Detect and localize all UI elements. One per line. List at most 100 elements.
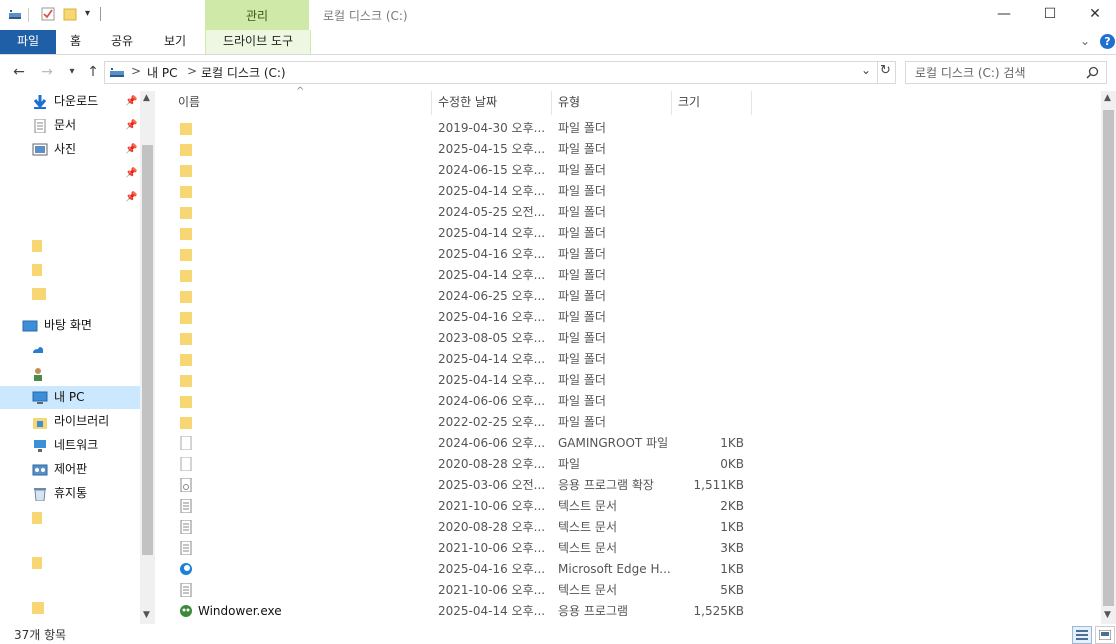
file-size[interactable] <box>672 370 744 391</box>
tab-share[interactable]: 공유 <box>111 30 133 54</box>
file-modified-date[interactable]: 2025-04-16 오후... <box>438 307 545 328</box>
file-size[interactable]: 1,525KB <box>672 601 744 622</box>
search-icon[interactable] <box>1086 66 1099 79</box>
tab-file[interactable]: 파일 <box>0 30 56 54</box>
file-size[interactable] <box>672 391 744 412</box>
recent-locations-icon[interactable]: ▾ <box>63 63 81 81</box>
file-type[interactable]: 응용 프로그램 <box>558 601 628 622</box>
search-box[interactable]: 로컬 디스크 (C:) 검색 <box>905 61 1107 84</box>
tab-drive-tools[interactable]: 드라이브 도구 <box>205 30 311 54</box>
nav-item-this-pc[interactable]: 내 PC <box>32 386 84 408</box>
nav-item-downloads[interactable]: 다운로드 <box>32 90 98 112</box>
file-type[interactable]: 파일 폴더 <box>558 265 606 286</box>
file-type[interactable]: 파일 폴더 <box>558 286 606 307</box>
file-size[interactable]: 2KB <box>672 496 744 517</box>
nav-item-libraries[interactable]: 라이브러리 <box>32 410 109 432</box>
scroll-down-icon[interactable]: ▼ <box>1104 610 1111 620</box>
context-tab-manage[interactable]: 관리 <box>205 0 309 30</box>
file-modified-date[interactable]: 2021-10-06 오후... <box>438 496 545 517</box>
pin-icon[interactable]: 📌 <box>125 144 137 155</box>
search-input[interactable]: 로컬 디스크 (C:) 검색 <box>915 64 1026 81</box>
file-modified-date[interactable]: 2021-10-06 오후... <box>438 538 545 559</box>
file-type[interactable]: 텍스트 문서 <box>558 580 617 601</box>
tab-view[interactable]: 보기 <box>164 30 186 54</box>
scroll-up-icon[interactable]: ▲ <box>143 93 150 103</box>
pin-icon[interactable]: 📌 <box>125 168 137 179</box>
column-header-modified[interactable]: 수정한 날짜 <box>438 91 497 115</box>
file-modified-date[interactable]: 2020-08-28 오후... <box>438 517 545 538</box>
minimize-button[interactable]: — <box>981 0 1027 30</box>
file-modified-date[interactable]: 2025-04-14 오후... <box>438 370 545 391</box>
file-type[interactable]: GAMINGROOT 파일 <box>558 433 668 454</box>
column-header-type[interactable]: 유형 <box>558 91 580 115</box>
pin-icon[interactable]: 📌 <box>125 96 137 107</box>
file-type[interactable]: 파일 폴더 <box>558 223 606 244</box>
file-modified-date[interactable]: 2025-04-14 오후... <box>438 223 545 244</box>
file-type[interactable]: 파일 폴더 <box>558 160 606 181</box>
file-modified-date[interactable]: 2025-04-15 오후... <box>438 139 545 160</box>
nav-item-documents[interactable]: 문서 <box>32 114 76 136</box>
large-icons-view-button[interactable] <box>1095 626 1115 644</box>
column-header-size[interactable]: 크기 <box>678 91 700 115</box>
column-header-name[interactable]: 이름 <box>178 91 200 115</box>
close-button[interactable]: ✕ <box>1072 0 1116 30</box>
file-size[interactable] <box>672 244 744 265</box>
file-size[interactable] <box>672 160 744 181</box>
file-type[interactable]: 응용 프로그램 확장 <box>558 475 654 496</box>
file-size[interactable]: 5KB <box>672 580 744 601</box>
file-size[interactable] <box>672 328 744 349</box>
column-divider[interactable] <box>551 91 552 115</box>
drive-icon[interactable] <box>8 7 22 21</box>
nav-item-desktop[interactable]: 바탕 화면 <box>22 314 92 336</box>
file-type[interactable]: Microsoft Edge H... <box>558 559 671 580</box>
qat-dropdown-icon[interactable]: ▾ <box>85 8 90 19</box>
file-size[interactable]: 3KB <box>672 538 744 559</box>
address-dropdown-icon[interactable]: ⌄ <box>861 63 871 77</box>
file-modified-date[interactable]: 2025-04-16 오후... <box>438 244 545 265</box>
forward-arrow-icon[interactable]: → <box>38 63 56 81</box>
folder-icon[interactable] <box>32 262 42 276</box>
nav-item-pictures[interactable]: 사진 <box>32 138 76 160</box>
folder-icon[interactable] <box>32 238 42 252</box>
pin-icon[interactable]: 📌 <box>125 120 137 131</box>
folder-icon[interactable] <box>32 510 42 524</box>
refresh-icon[interactable]: ↻ <box>880 63 891 78</box>
folder-icon[interactable] <box>32 286 46 300</box>
file-size[interactable] <box>672 286 744 307</box>
file-type[interactable]: 파일 폴더 <box>558 139 606 160</box>
up-arrow-icon[interactable]: ↑ <box>84 63 102 81</box>
file-modified-date[interactable]: 2025-04-14 오후... <box>438 181 545 202</box>
tab-home[interactable]: 홈 <box>70 30 81 54</box>
file-modified-date[interactable]: 2025-03-06 오전... <box>438 475 545 496</box>
column-divider[interactable] <box>751 91 752 115</box>
file-type[interactable]: 파일 폴더 <box>558 202 606 223</box>
file-type[interactable]: 파일 폴더 <box>558 181 606 202</box>
folder-icon[interactable] <box>32 555 42 569</box>
file-size[interactable]: 1,511KB <box>672 475 744 496</box>
pin-icon[interactable]: 📌 <box>125 192 137 203</box>
file-type[interactable]: 텍스트 문서 <box>558 517 617 538</box>
file-size[interactable]: 1KB <box>672 559 744 580</box>
address-bar[interactable]: > 내 PC > 로컬 디스크 (C:) ⌄ ↻ <box>104 61 896 84</box>
new-folder-icon[interactable] <box>63 7 77 21</box>
file-type[interactable]: 파일 폴더 <box>558 118 606 139</box>
nav-item-network[interactable]: 네트워크 <box>32 434 98 456</box>
file-size[interactable]: 1KB <box>672 517 744 538</box>
file-type[interactable]: 텍스트 문서 <box>558 496 617 517</box>
file-size[interactable] <box>672 181 744 202</box>
file-modified-date[interactable]: 2025-04-14 오후... <box>438 601 545 622</box>
expand-ribbon-icon[interactable]: ⌄ <box>1080 34 1090 48</box>
file-size[interactable] <box>672 349 744 370</box>
file-type[interactable]: 파일 폴더 <box>558 349 606 370</box>
onedrive-icon[interactable] <box>32 344 44 356</box>
breadcrumb-separator[interactable]: > <box>187 64 197 78</box>
file-size[interactable] <box>672 265 744 286</box>
file-type[interactable]: 파일 폴더 <box>558 328 606 349</box>
user-icon[interactable] <box>32 367 44 381</box>
file-type[interactable]: 파일 <box>558 454 580 475</box>
breadcrumb-this-pc[interactable]: 내 PC <box>147 64 177 81</box>
file-size[interactable] <box>672 139 744 160</box>
scroll-down-icon[interactable]: ▼ <box>143 610 150 620</box>
file-modified-date[interactable]: 2023-08-05 오후... <box>438 328 545 349</box>
file-modified-date[interactable]: 2022-02-25 오후... <box>438 412 545 433</box>
